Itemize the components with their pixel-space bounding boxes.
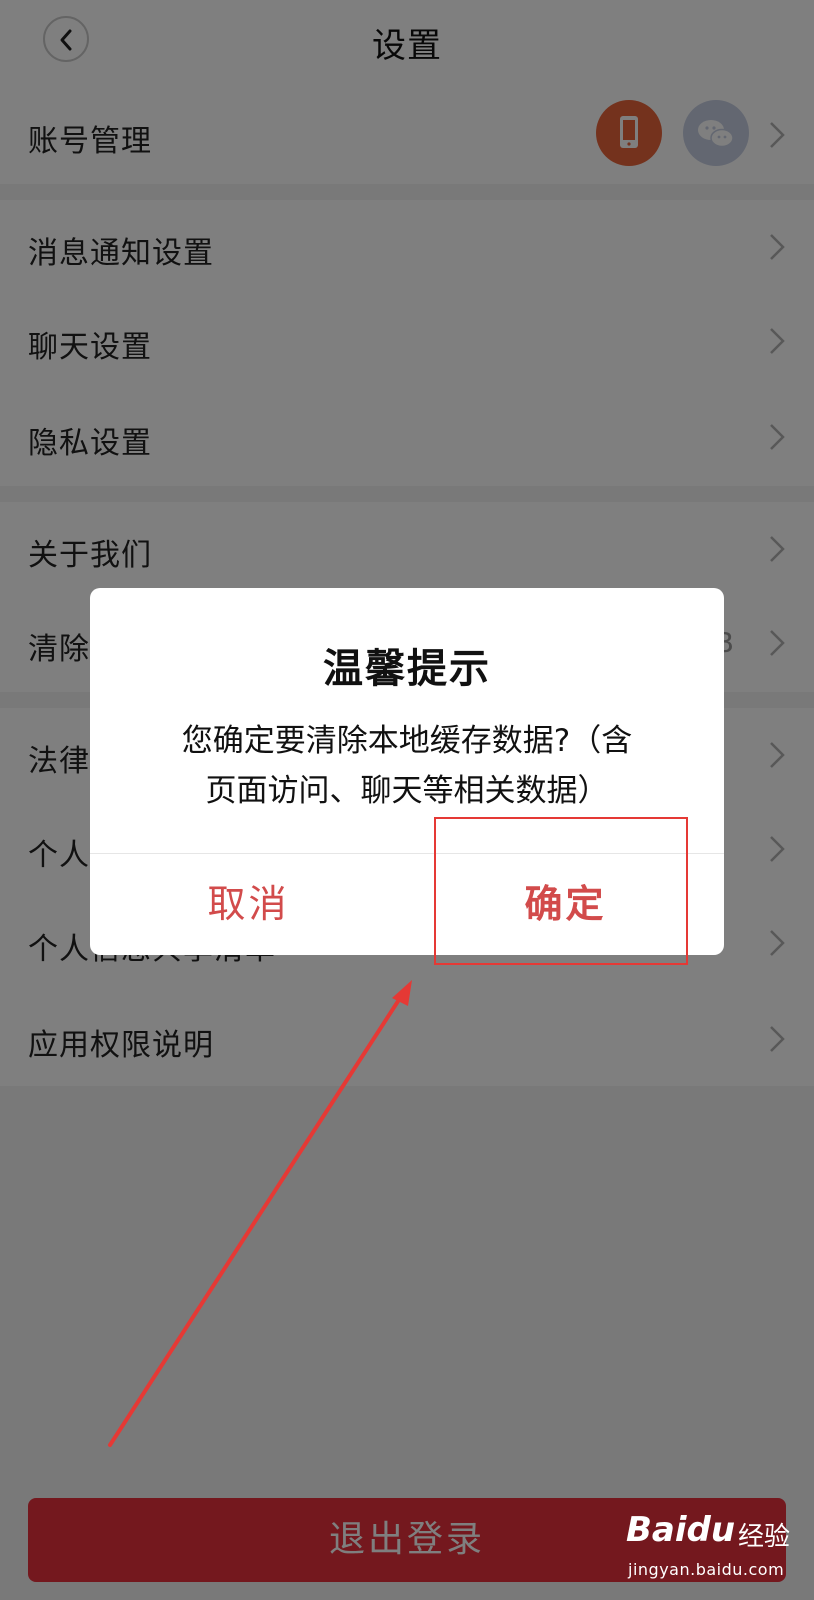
settings-screen: 设置 账号管理 消息通知设置 聊天设置 隐私设置 关于我们 清除 KB 法律 个 [0,0,814,1600]
annotation-arrow-icon [108,980,412,1447]
watermark-url: jingyan.baidu.com [628,1560,785,1579]
watermark-brand: Baidu [626,1510,736,1550]
baidu-watermark: Baidu 经验 jingyan.baidu.com [620,1508,800,1588]
watermark-product: 经验 [738,1522,791,1552]
